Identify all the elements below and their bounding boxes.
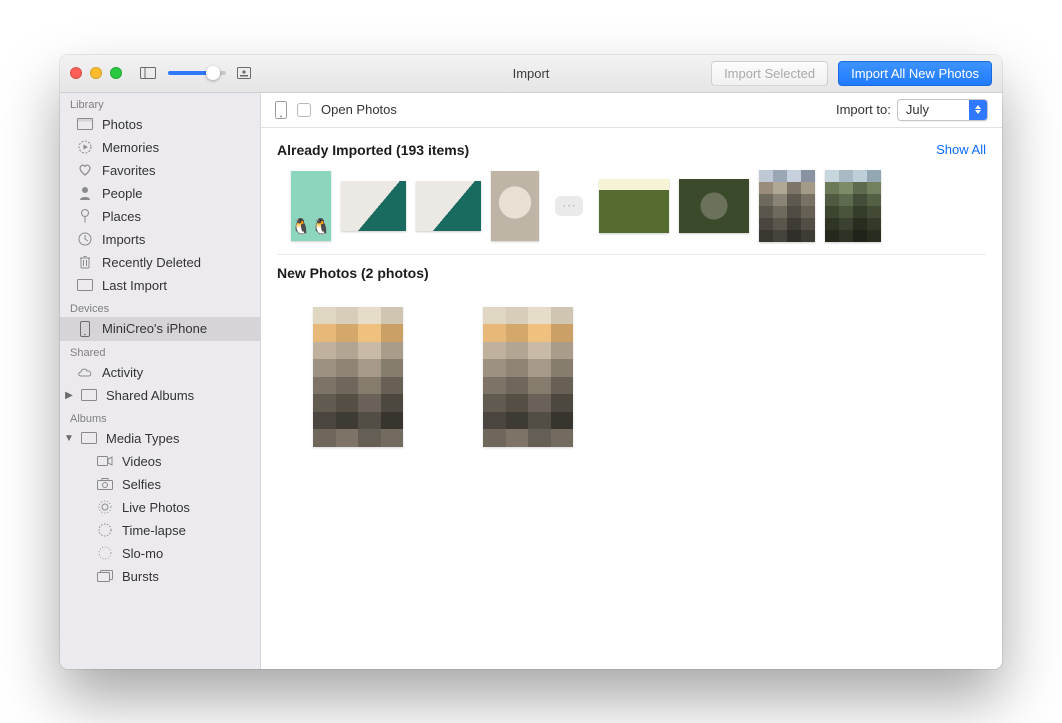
sidebar-toggle-icon[interactable] (140, 67, 156, 79)
sidebar-item-photos[interactable]: Photos (60, 113, 260, 136)
thumbnail-size-icon[interactable] (236, 67, 252, 79)
disclosure-triangle-icon[interactable]: ▶ (64, 390, 74, 401)
import-selected-button[interactable]: Import Selected (711, 61, 828, 86)
clock-icon (76, 232, 94, 246)
memories-icon (76, 140, 94, 154)
trash-icon (76, 255, 94, 269)
sidebar-item-memories[interactable]: Memories (60, 136, 260, 159)
sidebar-item-label: Selfies (122, 477, 161, 492)
import-all-button[interactable]: Import All New Photos (838, 61, 992, 86)
live-photo-icon (96, 500, 114, 514)
photo-thumbnail[interactable] (759, 170, 815, 242)
sidebar-item-label: Imports (102, 232, 145, 247)
photo-thumbnail[interactable] (341, 181, 406, 231)
photo-thumbnail[interactable] (416, 181, 481, 231)
sidebar: Library Photos Memories Favorites People… (60, 93, 261, 669)
sidebar-item-label: Live Photos (122, 500, 190, 515)
person-icon (76, 186, 94, 200)
open-photos-label: Open Photos (321, 102, 397, 117)
sidebar-item-label: Media Types (106, 431, 179, 446)
cloud-icon (76, 366, 94, 378)
sidebar-item-label: Places (102, 209, 141, 224)
sidebar-item-media-types[interactable]: ▼ Media Types (60, 427, 260, 450)
import-to-select[interactable]: July (897, 99, 988, 121)
minimize-window-button[interactable] (90, 67, 102, 79)
sidebar-item-recently-deleted[interactable]: Recently Deleted (60, 251, 260, 274)
select-chevron-icon (969, 99, 987, 121)
sidebar-item-label: Shared Albums (106, 388, 194, 403)
show-all-link[interactable]: Show All (936, 142, 986, 157)
sidebar-item-label: MiniCreo's iPhone (102, 321, 207, 336)
device-iphone-icon (275, 101, 287, 119)
sidebar-item-label: Activity (102, 365, 143, 380)
album-icon (80, 389, 98, 401)
sidebar-item-bursts[interactable]: Bursts (60, 565, 260, 588)
slomo-icon (96, 546, 114, 560)
burst-icon (96, 570, 114, 582)
photo-thumbnail[interactable] (825, 170, 881, 242)
photo-thumbnail[interactable] (313, 307, 403, 447)
sidebar-item-live-photos[interactable]: Live Photos (60, 496, 260, 519)
sidebar-item-label: Bursts (122, 569, 159, 584)
new-photos-row (277, 289, 986, 447)
sidebar-group-devices: Devices (60, 297, 260, 317)
sidebar-item-favorites[interactable]: Favorites (60, 159, 260, 182)
sidebar-item-activity[interactable]: Activity (60, 361, 260, 384)
pin-icon (76, 209, 94, 223)
sidebar-item-label: Favorites (102, 163, 155, 178)
sidebar-item-imports[interactable]: Imports (60, 228, 260, 251)
photo-thumbnail[interactable] (483, 307, 573, 447)
open-photos-checkbox[interactable] (297, 103, 311, 117)
sidebar-item-label: Photos (102, 117, 142, 132)
sidebar-group-library: Library (60, 93, 260, 113)
camera-icon (96, 478, 114, 490)
app-window: Import Import Selected Import All New Ph… (60, 55, 1002, 669)
sidebar-item-device-iphone[interactable]: MiniCreo's iPhone (60, 317, 260, 341)
sidebar-group-albums: Albums (60, 407, 260, 427)
more-thumbnails-indicator[interactable]: ⋯ (555, 196, 583, 216)
iphone-icon (76, 321, 94, 337)
zoom-slider[interactable] (168, 71, 226, 75)
already-imported-row: 🐧🐧 ⋯ (277, 166, 986, 255)
disclosure-triangle-icon[interactable]: ▼ (64, 433, 74, 444)
photo-thumbnail[interactable] (491, 171, 539, 241)
folder-icon (80, 432, 98, 444)
sidebar-group-shared: Shared (60, 341, 260, 361)
sidebar-item-label: Time-lapse (122, 523, 186, 538)
sidebar-item-label: Videos (122, 454, 162, 469)
import-toolbar: Open Photos Import to: July (261, 93, 1002, 128)
sidebar-item-time-lapse[interactable]: Time-lapse (60, 519, 260, 542)
album-icon (76, 279, 94, 291)
sidebar-item-places[interactable]: Places (60, 205, 260, 228)
sidebar-item-label: Last Import (102, 278, 167, 293)
heart-icon (76, 164, 94, 176)
sidebar-item-label: People (102, 186, 142, 201)
import-to-value: July (906, 102, 929, 117)
photo-thumbnail[interactable]: 🐧🐧 (291, 171, 331, 241)
video-icon (96, 456, 114, 466)
sidebar-item-people[interactable]: People (60, 182, 260, 205)
photos-icon (76, 118, 94, 130)
sidebar-item-slo-mo[interactable]: Slo-mo (60, 542, 260, 565)
sidebar-item-shared-albums[interactable]: ▶ Shared Albums (60, 384, 260, 407)
close-window-button[interactable] (70, 67, 82, 79)
main-pane: Open Photos Import to: July Already Impo… (261, 93, 1002, 669)
photo-thumbnail[interactable] (679, 179, 749, 233)
sidebar-item-videos[interactable]: Videos (60, 450, 260, 473)
window-title: Import (513, 66, 550, 81)
titlebar: Import Import Selected Import All New Ph… (60, 55, 1002, 93)
import-to-label: Import to: (836, 102, 891, 117)
sidebar-item-selfies[interactable]: Selfies (60, 473, 260, 496)
photo-thumbnail[interactable] (599, 179, 669, 233)
already-imported-title: Already Imported (193 items) (277, 142, 469, 158)
new-photos-title: New Photos (2 photos) (277, 265, 429, 281)
sidebar-item-last-import[interactable]: Last Import (60, 274, 260, 297)
sidebar-item-label: Recently Deleted (102, 255, 201, 270)
timelapse-icon (96, 523, 114, 537)
sidebar-item-label: Slo-mo (122, 546, 163, 561)
zoom-window-button[interactable] (110, 67, 122, 79)
sidebar-item-label: Memories (102, 140, 159, 155)
window-controls (70, 67, 122, 79)
